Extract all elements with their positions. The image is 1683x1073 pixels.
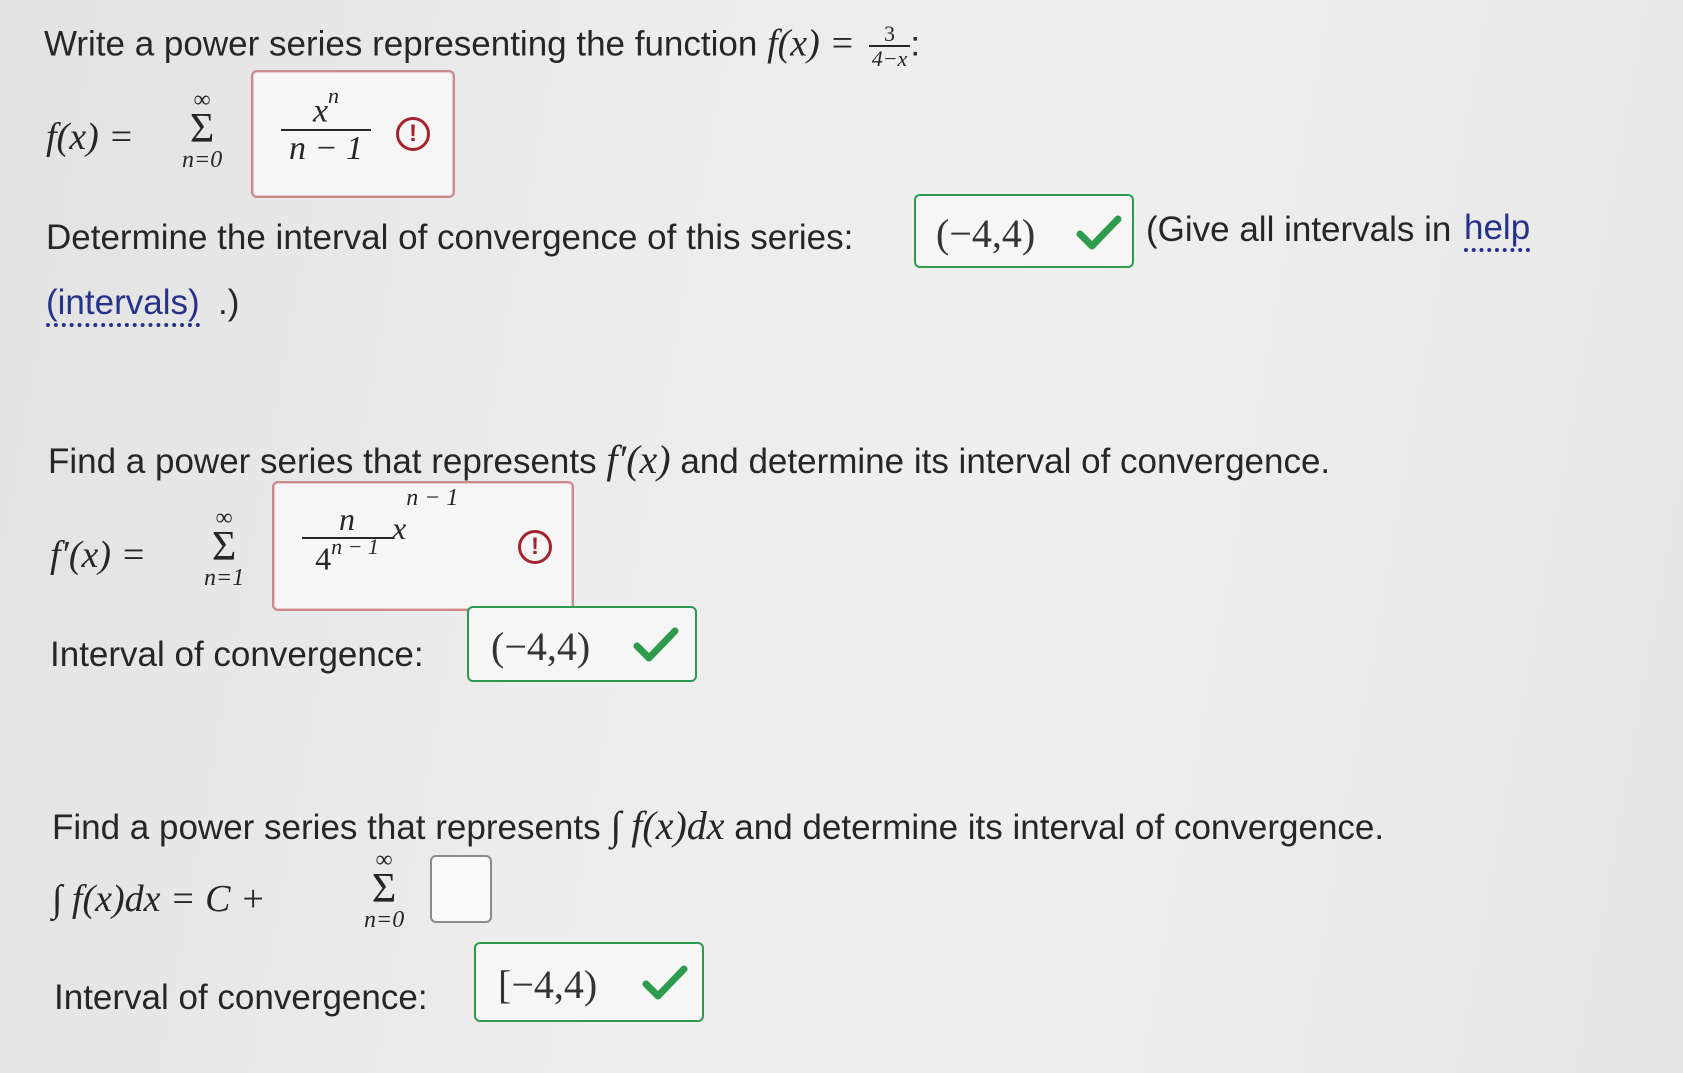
q1-function-fraction: 3 4−x [868,21,911,72]
q4-prompt: Find a power series that represents ∫ f(… [52,806,1384,846]
checkmark-icon [633,627,679,662]
q3-interval-value: (−4,4) [491,624,591,669]
intervals-help-link[interactable]: (intervals) [46,285,200,327]
q3-prompt-math: f′(x) [606,437,671,482]
q3-prompt: Find a power series that represents f′(x… [48,440,1330,480]
q1-answer-field[interactable]: xn n − 1 ! [251,70,455,198]
q1-answer-numerator: xn [310,84,342,130]
q4-interval-field[interactable]: [−4,4) [474,942,704,1022]
q4-prompt-text-b: and determine its interval of convergenc… [734,808,1385,847]
q1-function-numerator: 3 [884,21,895,46]
sum-lower-limit: n=1 [204,564,245,591]
q2-hint-suffix: .) [218,283,240,322]
q1-prompt-text: Write a power series representing the fu… [44,24,758,64]
q3-answer-numerator: n [339,501,355,537]
sigma-symbol: Σ [189,106,215,152]
q1-summation: ∞ Σ n=0 [182,88,222,172]
checkmark-icon [642,965,688,1000]
q3-answer-field[interactable]: n 4n − 1 xn − 1 ! [272,481,574,611]
q3-prompt-text-a: Find a power series that represents [48,442,597,481]
sum-lower-limit: n=0 [364,906,405,933]
sigma-symbol: Σ [371,866,397,912]
q3-answer-expression: n 4n − 1 xn − 1 [302,486,458,577]
q4-lhs: ∫ f(x)dx = C + [52,878,266,920]
q3-lhs: f′(x) = [50,534,147,576]
q1-function-denominator: 4−x [871,46,908,72]
homework-page: Write a power series representing the fu… [0,0,1683,1073]
q1-colon: : [910,24,921,64]
q3-answer-den-base: 4 [315,540,332,577]
sum-lower-limit: n=0 [182,146,223,173]
q3-interval-field[interactable]: (−4,4) [467,606,697,682]
q1-function-name: f(x) = [767,22,855,65]
q1-prompt: Write a power series representing the fu… [44,22,920,70]
q3-answer-fraction: n 4n − 1 [302,501,392,577]
q3-prompt-text-b: and determine its interval of convergenc… [680,442,1331,481]
sigma-symbol: Σ [211,524,237,570]
q4-summation: ∞ Σ n=0 [364,848,404,932]
q3-summation: ∞ Σ n=1 [204,506,244,590]
q4-prompt-text-a: Find a power series that represents [52,808,601,847]
q1-lhs: f(x) = [46,116,134,158]
q1-answer-num-base: x [312,92,329,130]
q4-answer-field[interactable] [430,855,492,923]
q3-answer-x: x [392,509,407,546]
q1-answer-num-exponent: n [328,83,340,108]
warning-circle-icon[interactable]: ! [518,530,552,564]
q2-answer-field[interactable]: (−4,4) [914,194,1134,268]
q3-answer-den-exponent: n − 1 [331,533,379,559]
q2-hint-prefix: (Give all intervals in [1146,210,1452,249]
q4-interval-label: Interval of convergence: [54,978,428,1017]
q1-answer-expression: xn n − 1 [281,84,371,168]
q4-interval-value: [−4,4) [498,962,598,1007]
q4-prompt-math: ∫ f(x)dx [610,803,725,848]
checkmark-icon [1076,215,1122,250]
help-link[interactable]: help [1464,210,1531,252]
q2-prompt: Determine the interval of convergence of… [46,218,854,257]
q3-answer-denominator: 4n − 1 [312,535,382,577]
q3-answer-x-exponent: n − 1 [406,485,459,512]
q3-interval-label: Interval of convergence: [50,635,424,674]
q2-answer-value: (−4,4) [936,211,1036,256]
q1-answer-fraction: xn n − 1 [281,84,371,168]
warning-circle-icon[interactable]: ! [396,117,430,151]
q1-answer-denominator: n − 1 [289,130,363,168]
